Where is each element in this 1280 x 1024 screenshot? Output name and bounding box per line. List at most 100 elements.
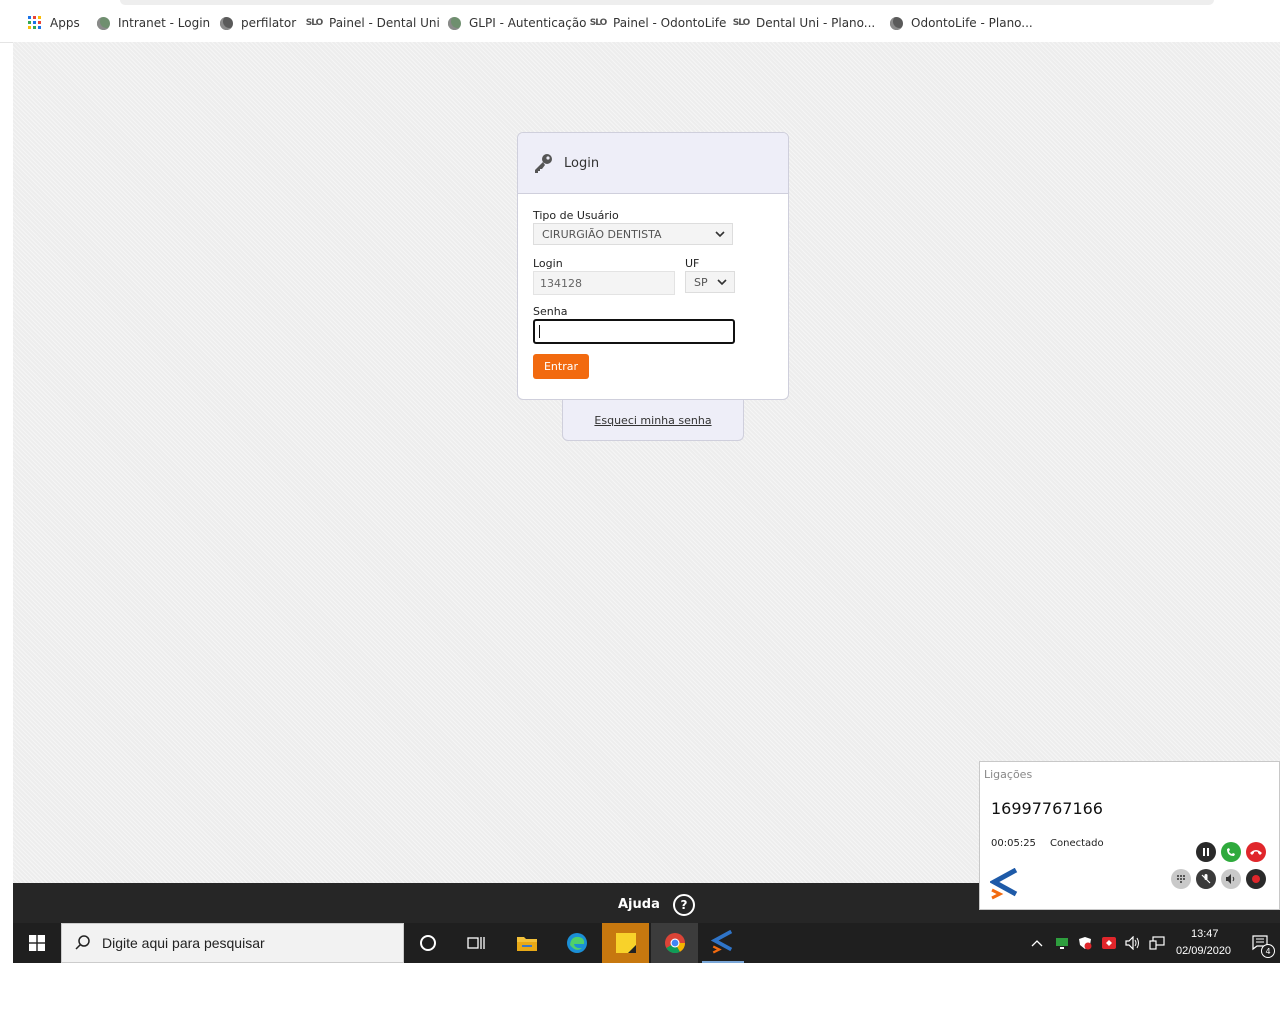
show-hidden-icons-button[interactable]	[1029, 923, 1045, 963]
bookmark-apps[interactable]: Apps	[27, 14, 80, 32]
mic-off-icon	[1201, 874, 1211, 884]
bookmark-label: Painel - OdontoLife	[613, 16, 727, 30]
cortana-circle-icon	[420, 935, 436, 951]
uf-select[interactable]: SP	[685, 271, 735, 293]
speaker-icon	[1226, 874, 1235, 884]
clock-date[interactable]: 02/09/2020	[1176, 945, 1231, 957]
cortana-button[interactable]	[408, 923, 448, 963]
globe-icon	[218, 15, 234, 31]
softphone-logo-icon	[990, 868, 1018, 900]
tray-antivirus-button[interactable]	[1100, 923, 1118, 963]
search-icon	[75, 935, 90, 950]
login-header: Login	[518, 133, 788, 194]
globe-icon	[888, 15, 904, 31]
pause-call-button[interactable]	[1196, 842, 1216, 862]
globe-icon	[95, 15, 111, 31]
bookmark-perfilator[interactable]: perfilator	[218, 14, 296, 32]
windows-taskbar: Digite aqui para pesquisar 13:47 02/09/2…	[13, 923, 1280, 963]
bookmark-label: GLPI - Autenticação	[469, 16, 587, 30]
shield-alert-icon	[1079, 937, 1092, 950]
call-number: 16997767166	[991, 799, 1103, 818]
pause-icon	[1203, 848, 1209, 856]
bookmark-label: Apps	[50, 16, 80, 30]
login-label: Login	[533, 257, 563, 270]
speaker-icon	[1125, 936, 1139, 950]
volume-button[interactable]	[1123, 923, 1143, 963]
bookmark-painel-odontolife[interactable]: SLO Painel - OdontoLife	[589, 14, 727, 32]
call-status: Conectado	[1050, 838, 1104, 849]
slo-logo-icon: SLO	[732, 18, 751, 28]
login-input[interactable]: 134128	[533, 271, 675, 295]
network-button[interactable]	[1147, 923, 1167, 963]
omnibox-edge	[120, 0, 1214, 5]
sticky-notes-button[interactable]	[602, 923, 649, 963]
phone-forward-icon	[1227, 848, 1235, 856]
bookmark-intranet-login[interactable]: Intranet - Login	[95, 14, 210, 32]
call-duration: 00:05:25	[991, 838, 1036, 849]
slo-logo-icon: SLO	[305, 18, 324, 28]
bookmark-label: perfilator	[241, 16, 297, 30]
sticky-notes-icon	[615, 933, 636, 953]
apps-grid-icon	[27, 15, 43, 31]
password-input[interactable]	[533, 319, 735, 344]
folder-icon	[517, 937, 537, 951]
mute-button[interactable]	[1196, 869, 1216, 889]
tray-network-app-button[interactable]	[1053, 923, 1071, 963]
calls-title: Ligações	[984, 768, 1033, 781]
notification-count-badge: 4	[1261, 944, 1275, 958]
entrar-button[interactable]: Entrar	[533, 354, 589, 379]
bookmark-odontolife-plano[interactable]: OdontoLife - Plano...	[888, 14, 1033, 32]
login-card: Login Tipo de Usuário CIRURGIÃO DENTISTA…	[517, 132, 789, 400]
login-input-value: 134128	[540, 276, 582, 290]
globe-icon	[446, 15, 462, 31]
help-question-icon[interactable]: ?	[673, 894, 695, 916]
monitor-tray-icon	[1056, 938, 1068, 949]
hang-up-icon	[1250, 850, 1262, 855]
calls-widget: Ligações 16997767166 00:05:25 Conectado	[979, 761, 1280, 910]
task-view-icon	[467, 937, 485, 949]
bookmark-dental-uni-plano[interactable]: SLO Dental Uni - Plano...	[732, 14, 876, 32]
taskbar-search-box[interactable]: Digite aqui para pesquisar	[61, 923, 404, 963]
help-label[interactable]: Ajuda	[618, 897, 660, 912]
speaker-button[interactable]	[1221, 869, 1241, 889]
clock-time[interactable]: 13:47	[1191, 928, 1219, 940]
file-explorer-button[interactable]	[506, 923, 548, 963]
record-button[interactable]	[1246, 869, 1266, 889]
task-view-button[interactable]	[456, 923, 496, 963]
edge-browser-button[interactable]	[556, 923, 598, 963]
chrome-browser-button[interactable]	[651, 923, 698, 963]
chevron-down-icon	[717, 279, 727, 286]
keypad-button[interactable]	[1171, 869, 1191, 889]
bookmark-label: Dental Uni - Plano...	[756, 16, 876, 30]
bookmark-label: Painel - Dental Uni	[329, 16, 440, 30]
chrome-icon	[664, 933, 685, 954]
bookmark-label: Intranet - Login	[118, 16, 211, 30]
record-icon	[1252, 875, 1260, 883]
transfer-call-button[interactable]	[1221, 842, 1241, 862]
softphone-taskbar-button[interactable]	[702, 923, 744, 963]
bookmark-glpi[interactable]: GLPI - Autenticação	[446, 14, 587, 32]
start-button[interactable]	[13, 923, 61, 963]
user-type-select[interactable]: CIRURGIÃO DENTISTA	[533, 223, 733, 245]
action-center-button[interactable]: 4	[1249, 923, 1275, 963]
uf-value: SP	[694, 275, 708, 289]
tray-security-button[interactable]	[1076, 923, 1094, 963]
password-label: Senha	[533, 305, 568, 318]
forgot-password-link[interactable]: Esqueci minha senha	[594, 414, 711, 427]
chevron-down-icon	[715, 231, 725, 238]
hang-up-button[interactable]	[1246, 842, 1266, 862]
uf-label: UF	[685, 257, 700, 270]
key-icon	[535, 154, 552, 173]
page-background: Login Tipo de Usuário CIRURGIÃO DENTISTA…	[13, 42, 1280, 883]
text-caret	[539, 325, 540, 338]
user-type-label: Tipo de Usuário	[533, 209, 619, 222]
bookmark-painel-dental-uni[interactable]: SLO Painel - Dental Uni	[306, 14, 440, 32]
search-placeholder: Digite aqui para pesquisar	[102, 935, 265, 951]
windows-logo-icon	[29, 935, 45, 951]
softphone-logo-icon	[711, 930, 733, 954]
edge-icon	[567, 933, 587, 953]
chevron-up-icon	[1031, 940, 1043, 947]
bookmarks-bar: Apps Intranet - Login perfilator SLO Pai…	[0, 0, 1280, 43]
keypad-icon	[1177, 875, 1185, 883]
slo-logo-icon: SLO	[589, 18, 608, 28]
